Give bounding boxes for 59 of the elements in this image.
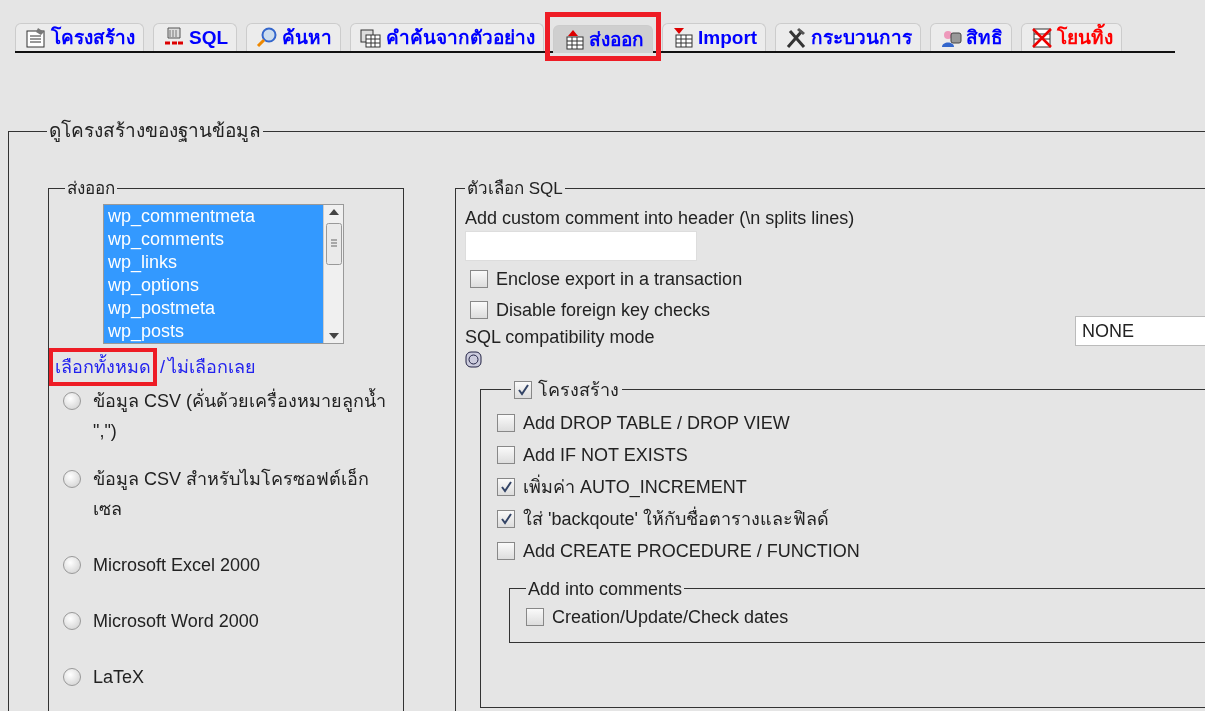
tab[interactable]: กระบวนการ <box>775 23 922 51</box>
select-none-link[interactable]: ไม่เลือกเลย <box>168 356 256 377</box>
scroll-down-icon[interactable] <box>328 332 339 339</box>
checkbox[interactable] <box>497 541 515 560</box>
fieldset-legend: ส่งออก <box>65 176 117 202</box>
scrollbar[interactable] <box>323 204 343 343</box>
checkbox[interactable] <box>497 445 515 464</box>
select-all-link[interactable]: เลือกทั้งหมด <box>55 356 151 377</box>
checkbox-label: Add IF NOT EXISTS <box>523 443 688 467</box>
checkbox-label: Enclose export in a transaction <box>496 267 743 291</box>
checkbox[interactable] <box>470 300 488 319</box>
checkbox-label: Creation/Update/Check dates <box>552 605 789 629</box>
separator-text: / <box>159 356 166 377</box>
radio-button[interactable] <box>63 391 81 410</box>
tab[interactable]: โครงสร้าง <box>15 23 144 51</box>
checkbox-label: Add DROP TABLE / DROP VIEW <box>523 411 790 435</box>
scroll-up-icon[interactable] <box>328 208 339 215</box>
tab[interactable]: ค้นหา <box>246 23 342 51</box>
tab[interactable]: ส่งออก <box>553 25 654 53</box>
fieldset-legend: โครงสร้าง <box>538 377 619 402</box>
table-down-icon <box>671 25 696 50</box>
radio-button[interactable] <box>63 555 81 574</box>
scroll-thumb-icon[interactable] <box>325 222 342 265</box>
checkmark-icon <box>499 511 513 526</box>
checkbox-label: ใส่ 'backqoute' ให้กับชื่อตารางและฟิลด์ <box>523 506 829 531</box>
tab[interactable]: SQL <box>153 23 238 51</box>
radio-label: Microsoft Excel 2000 <box>93 553 261 577</box>
comment-input-field[interactable] <box>465 230 697 261</box>
checkbox[interactable] <box>497 413 515 432</box>
radio-label: ข้อมูล CSV สำหรับไมโครซอฟต์เอ็กเซล <box>93 467 370 521</box>
checkbox[interactable] <box>497 509 515 528</box>
tab[interactable]: โยนทิ้ง <box>1021 23 1123 51</box>
radio-button[interactable] <box>63 667 81 686</box>
tab[interactable]: สิทธิ <box>930 23 1013 51</box>
tab[interactable]: Import <box>662 23 767 51</box>
field-label: Add custom comment into header (\n splits lines) <box>465 206 856 230</box>
checkmark-icon <box>516 382 530 397</box>
checkmark-icon <box>499 479 513 494</box>
checkbox[interactable] <box>497 477 515 496</box>
field-label: SQL compatibility mode <box>465 325 655 349</box>
delete-table-icon <box>1030 25 1055 50</box>
help-icon[interactable] <box>465 350 482 368</box>
compatibility-dropdown[interactable]: NONE <box>1075 315 1205 346</box>
checkbox[interactable] <box>514 380 532 399</box>
tab[interactable]: คำค้นจากตัวอย่าง <box>350 23 545 51</box>
radio-button[interactable] <box>63 611 81 630</box>
table-edit-icon <box>24 25 48 50</box>
checkbox[interactable] <box>470 269 488 288</box>
checkbox[interactable] <box>526 607 544 626</box>
radio-label: ข้อมูล CSV (คั่นด้วยเครื่องหมายลูกน้ำ ",") <box>93 387 387 443</box>
radio-label: LaTeX <box>93 665 145 689</box>
section-legend: ดูโครงสร้างของฐานข้อมูล <box>47 117 263 146</box>
checkbox-label: Disable foreign key checks <box>496 298 711 322</box>
checkbox-label: Add CREATE PROCEDURE / FUNCTION <box>523 539 860 563</box>
radio-button[interactable] <box>63 469 81 488</box>
radio-label: Microsoft Word 2000 <box>93 609 259 633</box>
checkbox-label: เพิ่มค่า AUTO_INCREMENT <box>523 474 747 499</box>
fieldset-legend: Add into comments <box>526 576 685 601</box>
fieldset-legend: ตัวเลือก SQL <box>465 176 565 202</box>
